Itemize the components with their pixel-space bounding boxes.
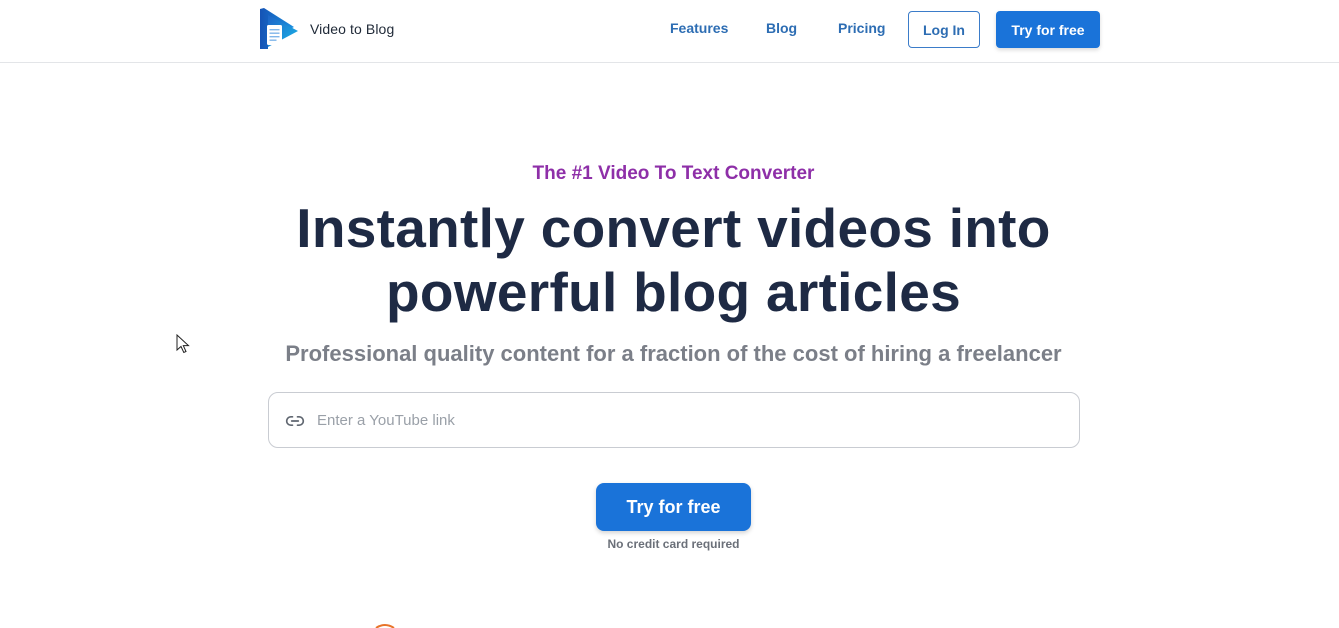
mouse-pointer-icon: [176, 334, 190, 354]
hero-headline-line2: powerful blog articles: [385, 261, 962, 323]
hero-headline-line1: Instantly convert videos into: [296, 197, 1051, 259]
link-icon: [285, 416, 305, 426]
hero-headline: Instantly convert videos into powerful b…: [0, 196, 1339, 324]
header-try-free-button[interactable]: Try for free: [996, 11, 1100, 48]
brand-name: Video to Blog: [310, 21, 395, 37]
nav-features-link[interactable]: Features: [670, 20, 728, 36]
play-document-logo-icon: [260, 8, 298, 49]
no-credit-card-note: No credit card required: [607, 537, 740, 551]
hero-eyebrow: The #1 Video To Text Converter: [532, 163, 815, 184]
decorative-orange-arc: [375, 624, 395, 628]
hero-subhead: Professional quality content for a fract…: [285, 341, 1062, 366]
brand-logo-link[interactable]: Video to Blog: [258, 7, 394, 51]
nav-blog-link[interactable]: Blog: [766, 20, 797, 36]
nav-pricing-link[interactable]: Pricing: [838, 20, 885, 36]
youtube-link-input[interactable]: [315, 393, 1065, 447]
hero-try-free-button[interactable]: Try for free: [596, 483, 751, 531]
login-button[interactable]: Log In: [908, 11, 980, 48]
site-header: Video to Blog Features Blog Pricing Log …: [0, 0, 1339, 63]
youtube-link-field: [268, 392, 1080, 448]
